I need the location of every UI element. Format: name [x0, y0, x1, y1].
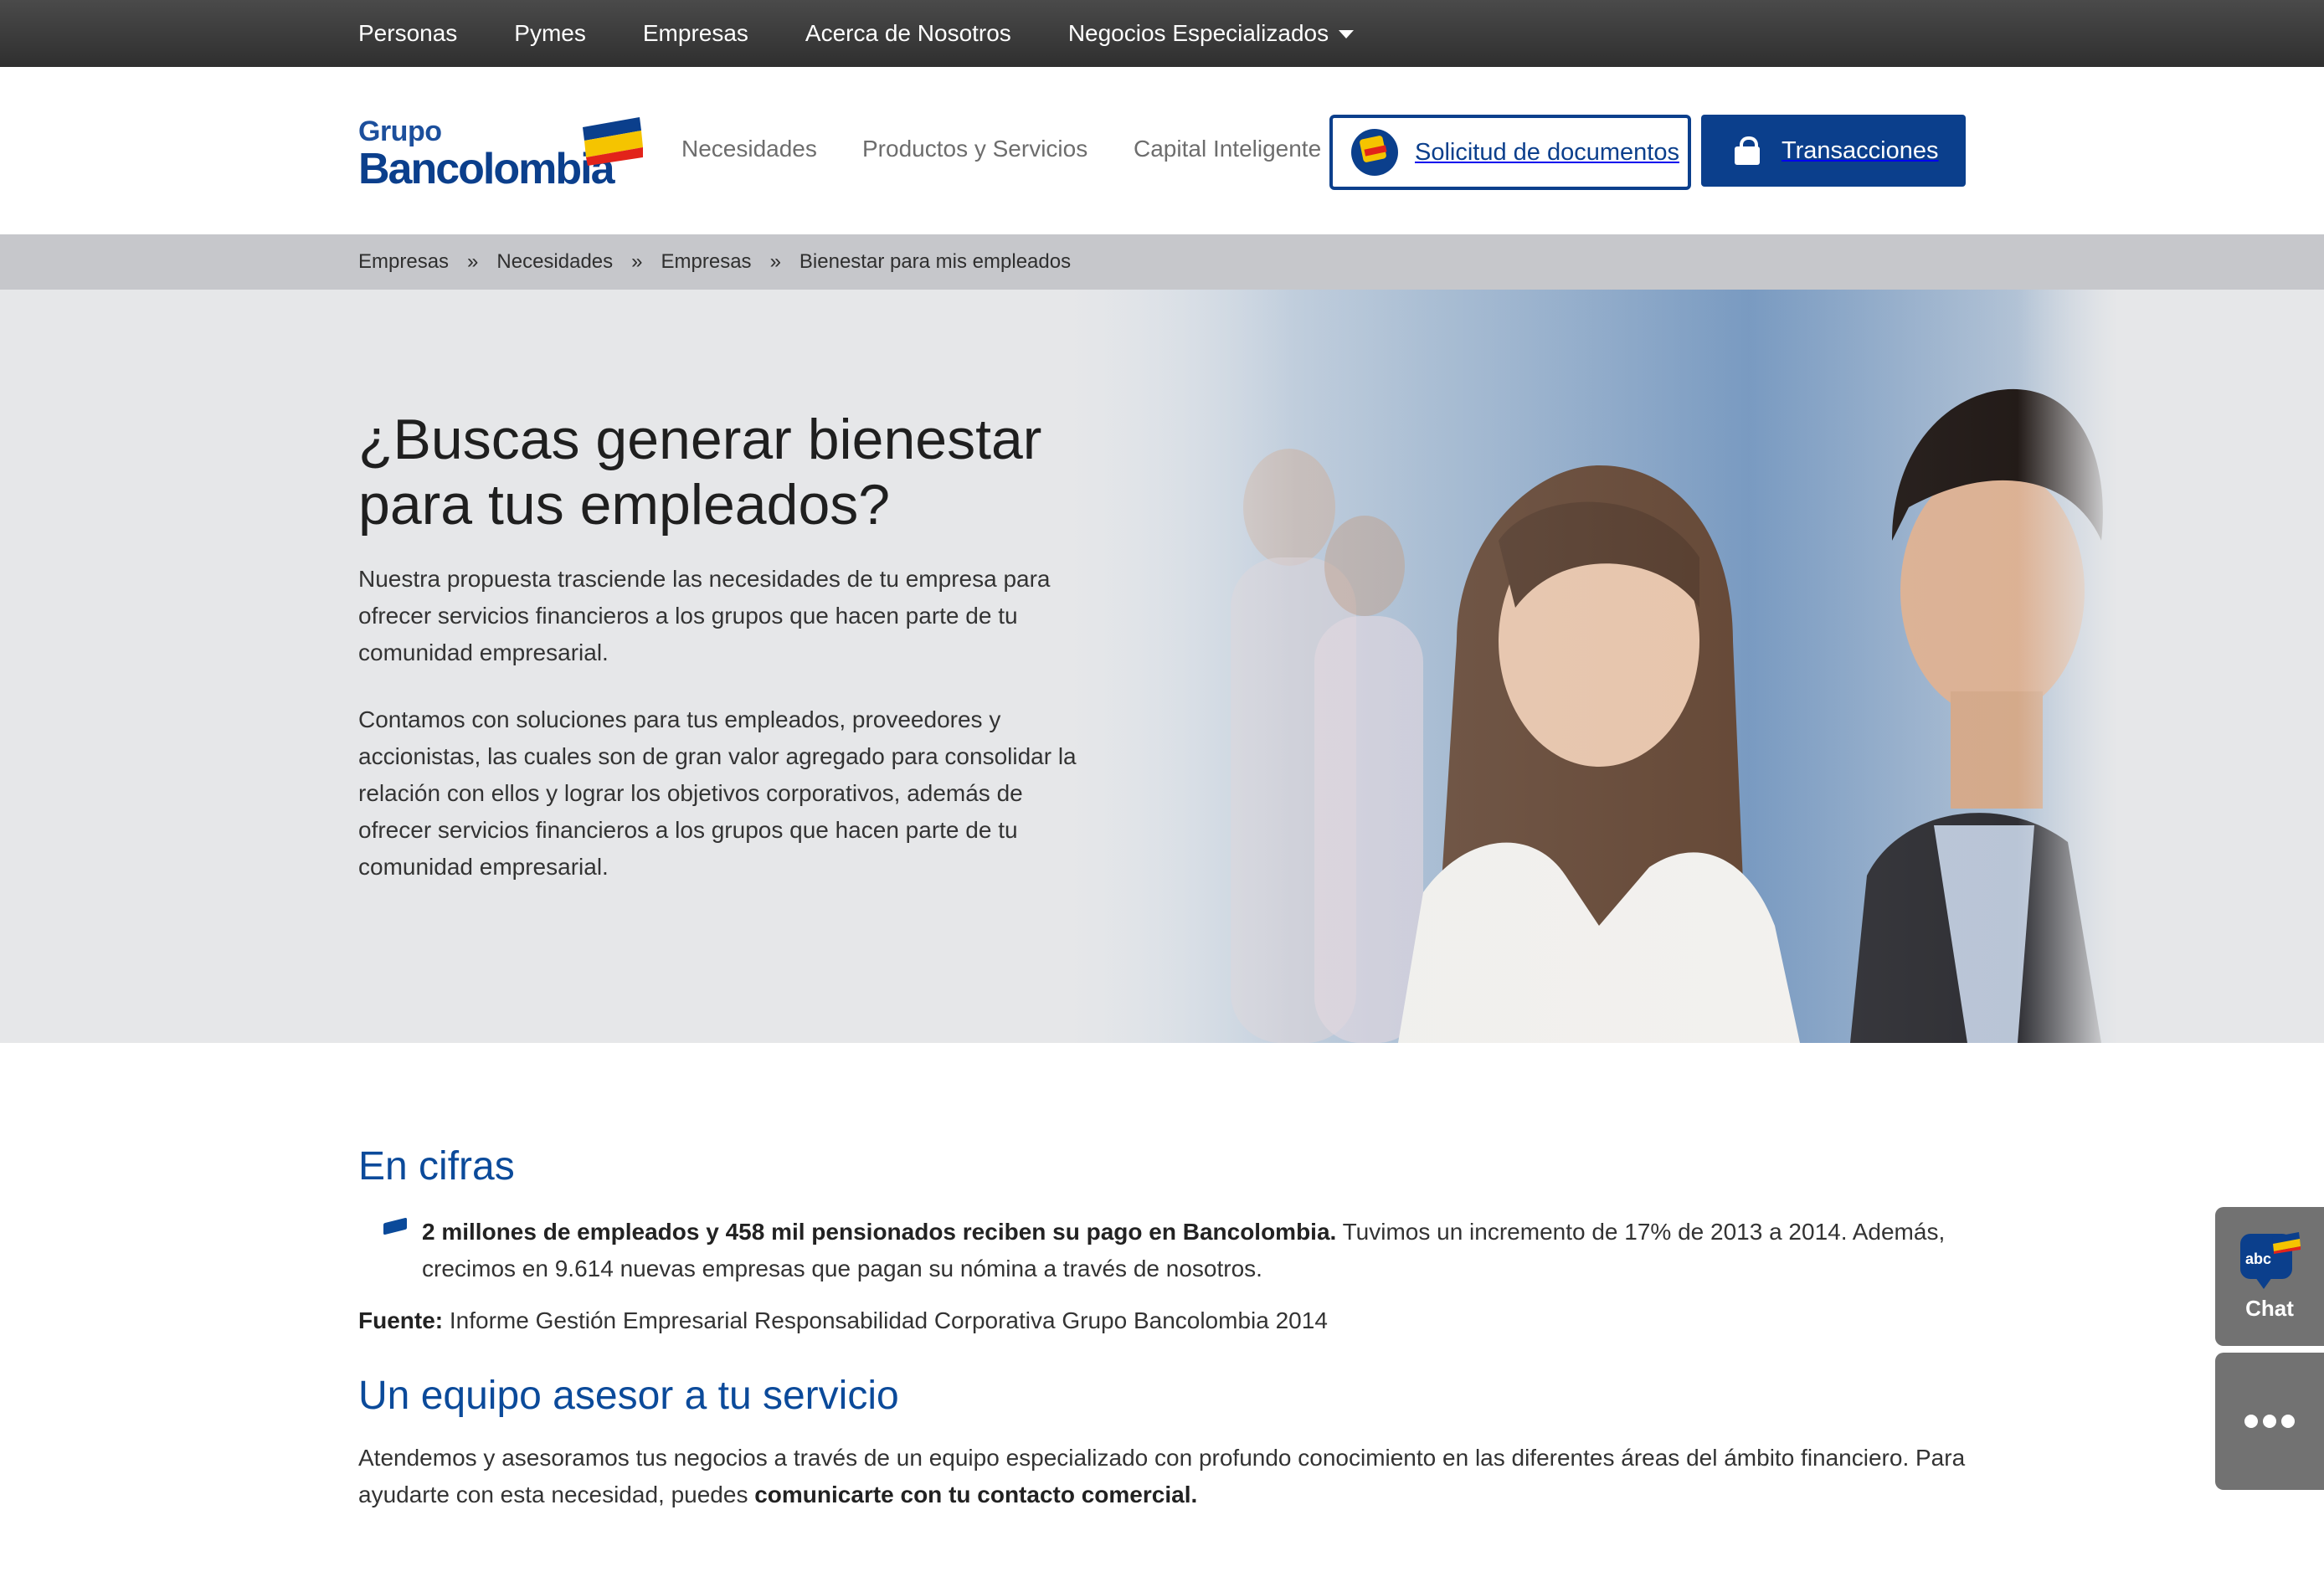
lock-icon [1735, 136, 1760, 165]
breadcrumb-separator: » [769, 250, 781, 273]
section-title-equipo: Un equipo asesor a tu servicio [358, 1374, 899, 1418]
nav-link-productos[interactable]: Productos y Servicios [862, 136, 1087, 162]
bancolombia-logo[interactable]: Grupo Bancolombia [358, 116, 643, 193]
more-options-button[interactable] [2215, 1353, 2324, 1490]
document-request-button[interactable]: Solicitud de documentos [1329, 115, 1691, 190]
breadcrumb: Empresas » Necesidades » Empresas » Bien… [0, 234, 2324, 290]
commercial-contact-link[interactable]: comunicarte con tu contacto comercial. [754, 1482, 1197, 1507]
breadcrumb-item-empresas[interactable]: Empresas [358, 250, 449, 274]
bullet-flag-icon [383, 1217, 407, 1235]
segment-link-personas[interactable]: Personas [358, 20, 457, 47]
segment-link-pymes[interactable]: Pymes [514, 20, 586, 47]
segment-link-acerca[interactable]: Acerca de Nosotros [805, 20, 1011, 47]
top-bar: Personas Pymes Empresas Acerca de Nosotr… [0, 0, 2324, 67]
breadcrumb-separator: » [631, 250, 643, 273]
section-title-cifras: En cifras [358, 1144, 515, 1189]
source-text: Informe Gestión Empresarial Responsabili… [443, 1307, 1328, 1333]
segment-nav: Personas Pymes Empresas Acerca de Nosotr… [358, 0, 1411, 67]
main-header: Grupo Bancolombia Necesidades Productos … [0, 67, 2324, 234]
chat-widget-button[interactable]: abc Chat [2215, 1207, 2324, 1346]
transactions-label: Transacciones [1782, 136, 1939, 164]
source-label: Fuente: [358, 1307, 444, 1333]
breadcrumb-current: Bienestar para mis empleados [799, 250, 1072, 273]
hero-paragraph-2: Contamos con soluciones para tus emplead… [358, 706, 1077, 880]
hero-banner: ¿Buscas generar bienestar para tus emple… [0, 290, 2324, 1043]
document-request-icon [1351, 129, 1398, 176]
nav-link-capital[interactable]: Capital Inteligente [1134, 136, 1321, 162]
segment-dropdown-negocios[interactable]: Negocios Especializados [1067, 20, 1355, 47]
segment-link-empresas[interactable]: Empresas [643, 20, 748, 47]
breadcrumb-item-necesidades[interactable]: Necesidades [496, 250, 613, 274]
logo-line-bancolombia: Bancolombia [358, 145, 614, 193]
breadcrumb-trail: Empresas » Necesidades » Empresas » Bien… [358, 234, 1071, 290]
bancolombia-flag-icon [2272, 1232, 2301, 1254]
source-note: Fuente: Informe Gestión Empresarial Resp… [358, 1302, 1328, 1339]
bancolombia-flag-icon [583, 117, 643, 166]
hero-paragraph-1: Nuestra propuesta trasciende las necesid… [358, 566, 1051, 665]
segment-dropdown-label: Negocios Especializados [1067, 20, 1329, 46]
hero-photo [1063, 290, 2118, 1043]
breadcrumb-separator: » [467, 250, 479, 273]
cifras-bullet-bold: 2 millones de empleados y 458 mil pensio… [422, 1219, 1337, 1245]
equipo-paragraph: Atendemos y asesoramos tus negocios a tr… [358, 1440, 1999, 1513]
caret-down-icon [1339, 30, 1355, 39]
hero-title: ¿Buscas generar bienestar para tus emple… [358, 408, 1042, 537]
transactions-button[interactable]: Transacciones [1701, 115, 1966, 187]
document-request-label: Solicitud de documentos [1415, 138, 1679, 166]
cifras-bullet-text: 2 millones de empleados y 458 mil pensio… [422, 1214, 2013, 1287]
chat-badge-text: abc [2245, 1251, 2272, 1267]
more-options-icon [2244, 1415, 2295, 1428]
chat-label: Chat [2245, 1296, 2294, 1321]
nav-link-necesidades[interactable]: Necesidades [681, 136, 817, 162]
hero-text-block: ¿Buscas generar bienestar para tus emple… [358, 407, 1095, 916]
breadcrumb-item-empresas-2[interactable]: Empresas [661, 250, 752, 274]
